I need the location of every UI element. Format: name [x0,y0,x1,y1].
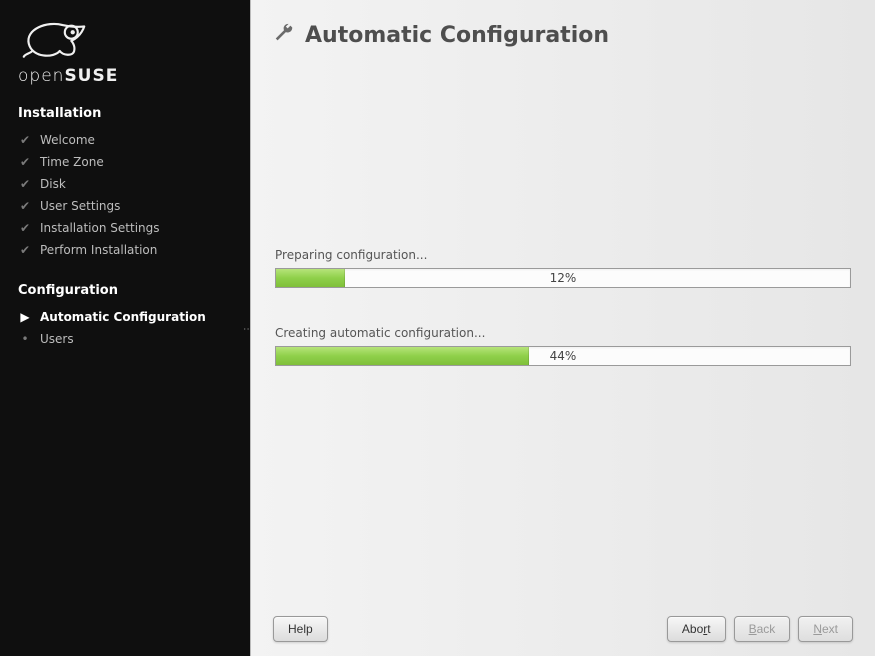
check-icon: ✔ [18,177,32,191]
footer-bar: Help Abort Back Next [273,606,853,642]
check-icon: ✔ [18,199,32,213]
wrench-icon [273,22,295,48]
progress2-text: 44% [276,349,850,363]
progress2-bar: 44% [275,346,851,366]
sidebar-item-user-settings: ✔User Settings [18,195,232,217]
sidebar-section-installation: Installation [18,106,232,121]
sidebar-item-welcome: ✔Welcome [18,129,232,151]
sidebar-item-timezone: ✔Time Zone [18,151,232,173]
main-panel: Automatic Configuration Preparing config… [250,0,875,656]
check-icon: ✔ [18,133,32,147]
brand-logo: openSUSE [18,14,232,86]
sidebar: openSUSE Installation ✔Welcome ✔Time Zon… [0,0,250,656]
check-icon: ✔ [18,155,32,169]
progress1-text: 12% [276,271,850,285]
help-button[interactable]: Help [273,616,328,642]
check-icon: ✔ [18,221,32,235]
brand-name: openSUSE [18,66,232,86]
sidebar-section-configuration: Configuration [18,283,232,298]
page-title: Automatic Configuration [305,23,609,48]
sidebar-item-automatic-configuration: ▶Automatic Configuration [18,306,232,328]
progress1-bar: 12% [275,268,851,288]
sidebar-item-perform-installation: ✔Perform Installation [18,239,232,261]
next-button: Next [798,616,853,642]
bullet-icon: • [18,332,32,346]
back-button: Back [734,616,791,642]
sidebar-item-installation-settings: ✔Installation Settings [18,217,232,239]
current-step-icon: ▶ [18,310,32,324]
sidebar-item-users: •Users [18,328,232,350]
sidebar-item-disk: ✔Disk [18,173,232,195]
progress1-label: Preparing configuration... [275,248,851,262]
abort-button[interactable]: Abort [667,616,726,642]
check-icon: ✔ [18,243,32,257]
opensuse-geeko-icon [18,14,90,62]
progress2-label: Creating automatic configuration... [275,326,851,340]
